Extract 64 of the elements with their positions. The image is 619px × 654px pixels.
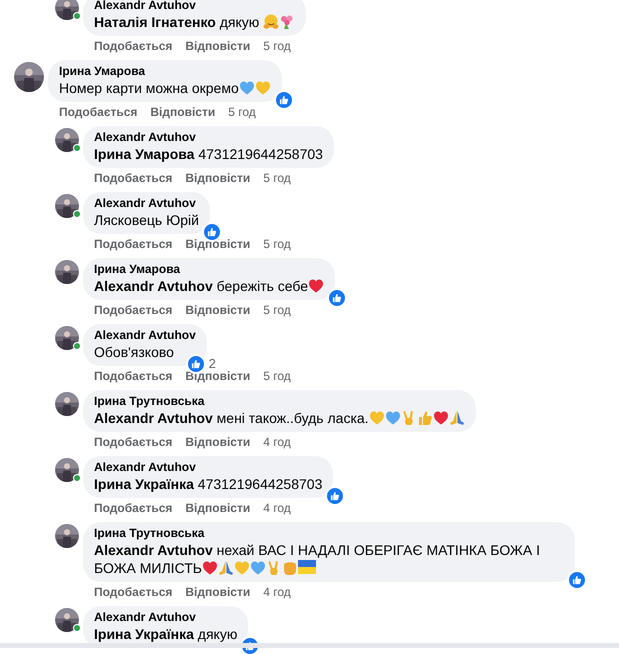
bouquet-icon — [279, 14, 296, 30]
heart-icon — [432, 410, 449, 426]
like-link[interactable]: Подобається — [94, 39, 172, 53]
like-link[interactable]: Подобається — [94, 303, 172, 317]
comment-text: Обов'язково — [94, 343, 175, 361]
comment-time[interactable]: 4 год — [263, 501, 291, 515]
like-link[interactable]: Подобається — [94, 369, 172, 383]
comment-author[interactable]: Alexandr Avtuhov — [94, 610, 238, 625]
comment-text: Alexandr Avtuhov нехай ВАС І НАДАЛІ ОБЕРІГАЄ МАТІНКА БОЖА І БОЖА МИЛІСТЬ — [94, 541, 541, 577]
reply-link[interactable]: Відповісти — [185, 171, 250, 185]
comment-time[interactable]: 4 год — [263, 435, 291, 449]
like-link[interactable]: Подобається — [94, 501, 172, 515]
comment-time[interactable]: 5 год — [263, 171, 291, 185]
reply-link[interactable]: Відповісти — [185, 369, 250, 383]
reply-link[interactable]: Відповісти — [185, 501, 250, 515]
comment-author[interactable]: Alexandr Avtuhov — [94, 130, 323, 145]
comment-time[interactable]: 5 год — [263, 39, 291, 53]
like-link[interactable]: Подобається — [94, 171, 172, 185]
comment-author[interactable]: Ірина Трутновська — [94, 394, 465, 409]
folded-hands-icon — [448, 410, 465, 426]
reply-link[interactable]: Відповісти — [150, 105, 216, 119]
comment-author[interactable]: Alexandr Avtuhov — [94, 460, 322, 475]
like-link[interactable]: Подобається — [59, 105, 138, 119]
comment-text: Ірина Умарова 4731219644258703 — [94, 145, 323, 163]
reply-link[interactable]: Відповісти — [185, 303, 250, 317]
comment-text: Номер карти можна окремо — [59, 79, 271, 97]
reply-link[interactable]: Відповісти — [185, 585, 250, 599]
heart-icon — [254, 80, 271, 96]
comment-time[interactable]: 5 год — [263, 369, 291, 383]
comment-text: Наталія Ігнатенко дякую — [94, 13, 296, 31]
comment-time[interactable]: 5 год — [228, 105, 256, 119]
comment-time[interactable]: 5 год — [263, 237, 291, 251]
comment-text: Alexandr Avtuhov мені також..будь ласка. — [94, 409, 465, 427]
comment-author[interactable]: Alexandr Avtuhov — [94, 0, 296, 13]
hugging-face-icon — [263, 14, 280, 30]
folded-hands-icon — [218, 560, 234, 576]
reply-link[interactable]: Відповісти — [185, 435, 250, 449]
reply-link[interactable]: Відповісти — [185, 39, 250, 53]
comment-author[interactable]: Ірина Умарова — [94, 262, 324, 277]
heart-icon — [384, 410, 401, 426]
comment-author[interactable]: Alexandr Avtuhov — [94, 196, 199, 211]
heart-icon — [202, 560, 218, 576]
comment-text: Alexandr Avtuhov бережіть себе — [94, 277, 324, 295]
heart-icon — [234, 560, 250, 576]
heart-icon — [308, 278, 324, 294]
comment-text: Ірина Українка 4731219644258703 — [94, 475, 322, 493]
flag-icon — [298, 560, 316, 574]
reaction-count: 2 — [208, 355, 216, 372]
comment-time[interactable]: 4 год — [263, 585, 291, 599]
comment-text: Ірина Українка дякую — [94, 625, 238, 643]
raised-fist-icon — [282, 560, 298, 576]
reply-link[interactable]: Відповісти — [185, 237, 250, 251]
comment-author[interactable]: Ірина Трутновська — [94, 526, 564, 541]
comment-text: Лясковець Юрій — [94, 211, 199, 229]
thumbs-up-icon — [416, 410, 433, 426]
heart-icon — [368, 410, 385, 426]
heart-icon — [238, 80, 255, 96]
comment-author[interactable]: Ірина Умарова — [59, 64, 271, 79]
comment-time[interactable]: 5 год — [263, 303, 291, 317]
like-link[interactable]: Подобається — [94, 435, 172, 449]
comment-author[interactable]: Alexandr Avtuhov — [94, 328, 196, 343]
like-link[interactable]: Подобається — [94, 237, 172, 251]
like-link[interactable]: Подобається — [94, 585, 172, 599]
heart-icon — [250, 560, 266, 576]
